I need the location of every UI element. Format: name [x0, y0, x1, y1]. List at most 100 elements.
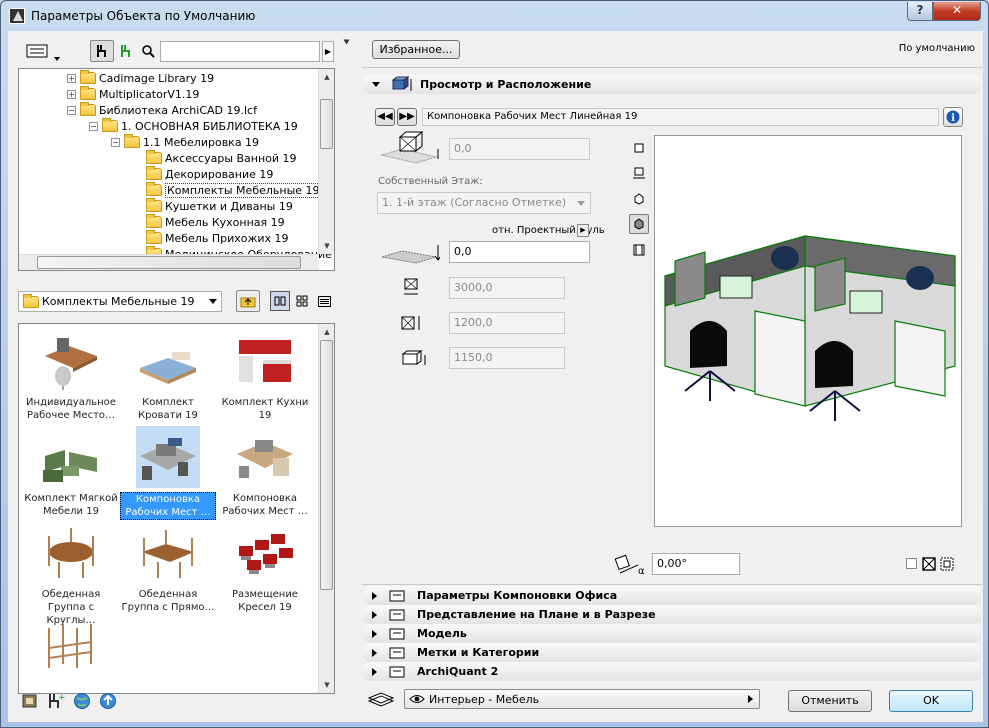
add-object-icon[interactable]: +: [46, 691, 66, 711]
story-select[interactable]: 1. 1-й этаж (Согласно Отметке): [377, 192, 591, 214]
library-object-item[interactable]: Обеденная Группа с Прямо…: [120, 522, 216, 614]
large-icons-view-icon[interactable]: [270, 291, 290, 311]
search-icon[interactable]: [136, 40, 160, 62]
view-filmstrip-icon[interactable]: [629, 240, 649, 260]
section-header-label: Модель: [417, 627, 467, 640]
section-header-preview[interactable]: Просмотр и Расположение: [362, 75, 982, 94]
scroll-thumb[interactable]: [320, 99, 333, 149]
scroll-up-icon[interactable]: ▲: [319, 324, 334, 340]
search-input[interactable]: [160, 41, 320, 62]
help-button[interactable]: ?: [907, 2, 933, 21]
tree-item-label: Аксессуары Ванной 19: [165, 151, 297, 165]
width-field[interactable]: 3000,0: [449, 277, 565, 299]
svg-text:α: α: [638, 566, 645, 575]
height-field[interactable]: 1150,0: [449, 347, 565, 369]
tree-expander-icon[interactable]: +: [67, 73, 76, 83]
collapsed-arrow-icon: [372, 591, 377, 600]
section-header-label: Представление на Плане и в Разрезе: [417, 608, 656, 621]
svg-text:i: i: [951, 113, 955, 124]
list-view-icon[interactable]: [314, 291, 334, 311]
tree-item[interactable]: Комплекты Мебельные 19: [133, 182, 322, 198]
next-object-button[interactable]: ▶▶: [397, 108, 417, 126]
tree-vscroll[interactable]: ▲ ▼: [318, 69, 334, 254]
view-plan-icon[interactable]: [629, 138, 649, 158]
svg-text:+: +: [58, 693, 65, 703]
library-object-item[interactable]: Комплект Мягкой Мебели 19: [23, 426, 119, 518]
library-object-item[interactable]: Комплект Кухни 19: [217, 330, 313, 422]
chair-filter-icon[interactable]: [114, 40, 138, 62]
favorites-button[interactable]: Избранное...: [372, 40, 460, 59]
folder-icon: [80, 102, 96, 116]
view-side-icon[interactable]: [629, 163, 649, 183]
library-object-item[interactable]: Компоновка Рабочих Мест …: [217, 426, 313, 518]
tree-item[interactable]: Мебель Кухонная 19: [133, 214, 285, 230]
tree-item[interactable]: + MultiplicatorV1.19: [67, 86, 199, 102]
tree-expander-icon[interactable]: −: [111, 137, 120, 147]
search-arrow-button[interactable]: ▶: [322, 41, 334, 62]
folder-icon: [23, 293, 39, 308]
depth-field[interactable]: 1200,0: [449, 312, 565, 334]
section-header[interactable]: Параметры Компоновки Офиса: [362, 586, 982, 605]
width-icon: [400, 276, 422, 298]
tree-item[interactable]: Декорирование 19: [133, 166, 273, 182]
rotation-angle-icon: α: [614, 553, 648, 575]
section-header[interactable]: Модель: [362, 624, 982, 643]
pane-splitter[interactable]: [344, 31, 350, 722]
close-button[interactable]: ✕: [933, 2, 981, 21]
view-axo-icon[interactable]: [629, 189, 649, 209]
upload-globe-icon[interactable]: [98, 691, 118, 711]
tree-item[interactable]: + Cadimage Library 19: [67, 70, 214, 86]
hscroll-thumb[interactable]: [37, 256, 301, 269]
section-header[interactable]: Представление на Плане и в Разрезе: [362, 605, 982, 624]
object-thumbnail: [233, 426, 297, 488]
library-object-item[interactable]: [23, 618, 119, 684]
tree-item[interactable]: Кушетки и Диваны 19: [133, 198, 293, 214]
tree-expander-icon[interactable]: −: [67, 105, 76, 115]
view-mode-icon[interactable]: [22, 40, 52, 62]
library-object-item[interactable]: Обеденная Группа с Круглы…: [23, 522, 119, 627]
section-header[interactable]: ArchiQuant 2: [362, 662, 982, 681]
layer-select[interactable]: Интерьер - Мебель: [404, 689, 760, 709]
info-icon: i: [946, 110, 960, 124]
object-thumbnail: [39, 522, 103, 584]
tree-item-label: 1. ОСНОВНАЯ БИБЛИОТЕКА 19: [121, 119, 298, 133]
scroll-down-icon[interactable]: ▼: [319, 238, 334, 254]
mirror-checkbox[interactable]: [906, 558, 917, 569]
globe-icon[interactable]: [72, 691, 92, 711]
small-icons-view-icon[interactable]: [292, 291, 312, 311]
collapsed-arrow-icon: [372, 610, 377, 619]
tree-item[interactable]: Аксессуары Ванной 19: [133, 150, 297, 166]
view-mode-dropdown-icon[interactable]: [54, 57, 60, 61]
scroll-down-icon[interactable]: ▼: [319, 677, 334, 693]
tree-expander-icon[interactable]: −: [89, 121, 98, 131]
tree-expander-icon[interactable]: +: [67, 89, 76, 99]
prev-object-button[interactable]: ◀◀: [375, 108, 395, 126]
object-thumbnail: [39, 618, 103, 680]
tree-item[interactable]: − 1.1 Мебелировка 19: [111, 134, 259, 150]
view-3d-icon[interactable]: [629, 214, 649, 234]
section-header[interactable]: Метки и Категории: [362, 643, 982, 662]
library-object-item[interactable]: Индивидуальное Рабочее Место…: [23, 330, 119, 422]
info-button[interactable]: i: [943, 107, 963, 127]
scroll-thumb[interactable]: [320, 340, 333, 590]
elevation-field[interactable]: 0,0: [449, 138, 590, 160]
cancel-button[interactable]: Отменить: [788, 690, 872, 712]
tree-item[interactable]: Мебель Прихожих 19: [133, 230, 289, 246]
preview-section-icon: [391, 75, 412, 91]
tree-hscroll[interactable]: [19, 254, 319, 270]
reference-menu-arrow[interactable]: ▶: [577, 224, 589, 237]
library-object-item[interactable]: Комплект Кровати 19: [120, 330, 216, 422]
rotation-angle-field[interactable]: 0,00°: [652, 553, 740, 575]
object-filter-icon[interactable]: [90, 40, 114, 62]
grid-vscroll[interactable]: ▲ ▼: [318, 324, 334, 693]
folder-combo[interactable]: Комплекты Мебельные 19: [18, 291, 222, 312]
library-object-item[interactable]: Размещение Кресел 19: [217, 522, 313, 614]
folder-up-icon[interactable]: [236, 290, 260, 312]
ok-button[interactable]: OK: [889, 690, 973, 712]
library-object-item[interactable]: Компоновка Рабочих Мест …: [120, 426, 216, 520]
tree-item[interactable]: − 1. ОСНОВНАЯ БИБЛИОТЕКА 19: [89, 118, 298, 134]
library-manager-icon[interactable]: [20, 691, 40, 711]
tree-item[interactable]: − Библиотека ArchiCAD 19.lcf: [67, 102, 257, 118]
reference-elevation-field[interactable]: 0,0: [449, 241, 590, 263]
scroll-up-icon[interactable]: ▲: [319, 69, 334, 85]
